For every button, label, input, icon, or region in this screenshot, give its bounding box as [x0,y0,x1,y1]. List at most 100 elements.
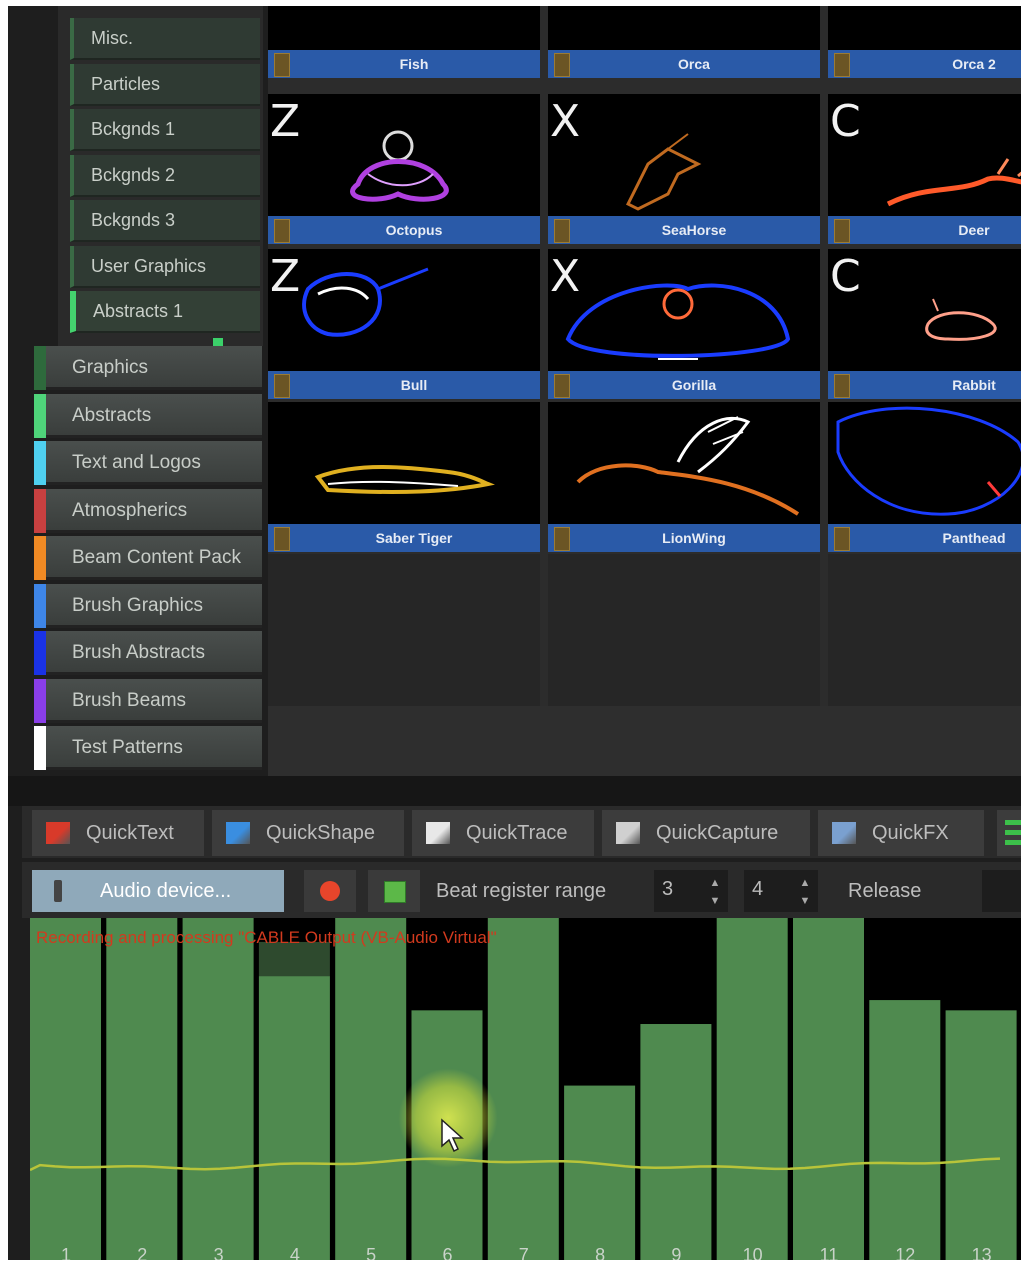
category-color-swatch [34,583,46,628]
quick-tool-button[interactable]: QuickShape [212,810,404,856]
analyzer-band-bar[interactable] [106,918,178,1260]
category-item[interactable]: Text and Logos [34,441,262,485]
mouse-pointer-icon [441,1118,464,1153]
beat-range-to-spinner[interactable]: 4 ▲ ▼ [744,870,818,912]
beat-range-to-value: 4 [752,878,764,900]
category-label: Brush Graphics [72,594,203,616]
graphic-name: Saber Tiger [375,530,453,546]
analyzer-band-bar[interactable] [716,918,788,1260]
graphic-thumbnail[interactable]: Panthead [828,402,1021,552]
toolbar-overflow-button[interactable] [997,810,1021,856]
graphic-name: Bull [400,377,428,393]
graphic-thumbnail[interactable]: X SeaHorse [548,94,820,244]
file-icon [554,219,570,243]
band-number-label: 8 [595,1245,606,1260]
category-item[interactable]: Abstracts [34,393,262,438]
band-number-label: 5 [366,1245,377,1260]
graphic-name: Orca [678,56,710,72]
release-field[interactable] [982,870,1021,912]
analyzer-band-bar[interactable] [640,1024,712,1260]
analyzer-band-bar[interactable] [258,976,330,1260]
subcategory-item[interactable]: Bckgnds 2 [70,154,260,197]
thumbnail-title-bar: Panthead [828,524,1021,552]
audio-toolbar: Audio device... Beat register range 3 ▲ … [22,862,1021,918]
thumbnail-title-bar: Octopus [268,216,540,244]
category-item[interactable]: Brush Beams [34,678,262,723]
quick-tool-button[interactable]: QuickCapture [602,810,810,856]
audio-device-button[interactable]: Audio device... [32,870,284,912]
category-color-swatch [34,488,46,533]
empty-graphic-slot[interactable] [548,554,820,706]
subcategory-item[interactable]: Particles [70,63,260,106]
graphic-name: SeaHorse [661,222,727,238]
graphic-thumbnail[interactable]: Saber Tiger [268,402,540,552]
category-color-swatch [34,726,46,770]
band-number-label: 6 [442,1245,453,1260]
empty-graphic-slot[interactable] [268,554,540,706]
graphic-thumbnail[interactable]: X Gorilla [548,249,820,399]
category-item[interactable]: Brush Graphics [34,583,262,628]
band-number-label: 7 [518,1245,529,1260]
category-item[interactable]: Brush Abstracts [34,631,262,675]
spin-down-icon[interactable]: ▼ [708,894,722,908]
graphic-preview [548,6,820,50]
hotkey-label: Z [270,251,301,302]
subcategory-item[interactable]: Bckgnds 1 [70,109,260,151]
quickshape-icon [226,822,250,844]
category-item[interactable]: Graphics [34,346,262,390]
graphic-thumbnail[interactable]: Z Bull [268,249,540,399]
quick-tool-label: QuickShape [266,822,375,844]
analyzer-band-bar[interactable] [487,918,559,1260]
subcategory-item[interactable]: Abstracts 1 [70,291,260,333]
graphic-thumbnail[interactable]: C Deer [828,94,1021,244]
analyzer-band-bar[interactable] [335,918,407,1260]
analyzer-band-bar[interactable] [30,918,101,1260]
analyzer-band-bar[interactable] [564,1085,636,1260]
hotkey-label: Z [270,96,301,147]
category-color-swatch [34,631,46,675]
category-item[interactable]: Atmospherics [34,488,262,533]
subcategory-item[interactable]: User Graphics [70,245,260,288]
file-icon [554,374,570,398]
spin-up-icon[interactable]: ▲ [798,876,812,890]
spin-down-icon[interactable]: ▼ [798,894,812,908]
category-item[interactable]: Beam Content Pack [34,536,262,580]
category-color-swatch [34,441,46,485]
file-icon [274,53,290,77]
thumbnail-title-bar: SeaHorse [548,216,820,244]
beat-range-from-spinner[interactable]: 3 ▲ ▼ [654,870,728,912]
record-button[interactable] [304,870,356,912]
quick-tool-button[interactable]: QuickTrace [412,810,594,856]
category-item[interactable]: Test Patterns [34,726,262,770]
band-number-label: 13 [971,1245,992,1260]
spin-up-icon[interactable]: ▲ [708,876,722,890]
quick-tool-button[interactable]: QuickText [32,810,204,856]
band-number-label: 2 [137,1245,148,1260]
graphic-thumbnail[interactable]: LionWing [548,402,820,552]
graphic-thumbnail[interactable]: Orca [548,6,820,78]
laser-show-app: Misc. Particles Bckgnds 1 Bckgnds 2 Bckgnds … [8,6,1021,1260]
quicktrace-icon [426,822,450,844]
hotkey-label: C [830,96,861,147]
band-number-label: 12 [895,1245,916,1260]
analyzer-band-bar[interactable] [182,918,254,1260]
quick-tool-button[interactable]: QuickFX [818,810,984,856]
analyzer-band-bar[interactable] [869,1000,941,1260]
category-panel: Graphics Abstracts Text and Logos Atmospher… [34,346,262,776]
play-button[interactable] [368,870,420,912]
hotkey-label: C [830,251,861,302]
subcategory-item[interactable]: Misc. [70,18,260,60]
graphic-name: Rabbit [952,377,996,393]
audio-analyzer[interactable]: Recording and processing "CABLE Output (… [30,918,1021,1260]
graphic-thumbnail[interactable]: Z Octopus [268,94,540,244]
quickcapture-icon [616,822,640,844]
graphic-preview [350,130,449,202]
graphic-thumbnail[interactable]: C Rabbit [828,249,1021,399]
graphic-thumbnail[interactable]: Fish [268,6,540,78]
empty-graphic-slot[interactable] [828,554,1021,706]
graphic-thumbnail[interactable]: Orca 2 [828,6,1021,78]
subcategory-panel: Misc. Particles Bckgnds 1 Bckgnds 2 Bckgnds … [58,6,263,346]
subcategory-item[interactable]: Bckgnds 3 [70,200,260,242]
analyzer-band-bar[interactable] [793,918,864,1260]
analyzer-band-bar[interactable] [945,1010,1017,1260]
